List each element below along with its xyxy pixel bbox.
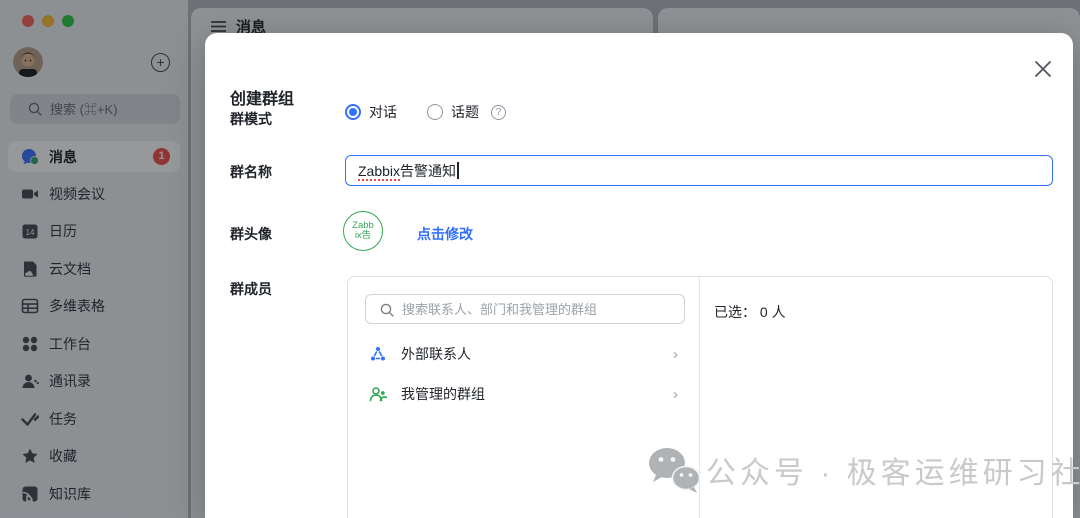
app-window: + 消息 1 视频会议 14 日历 云文档 多维表格 工作台 (0, 0, 1080, 518)
members-search[interactable] (365, 294, 685, 324)
members-item-label: 我管理的群组 (401, 386, 485, 402)
group-name-input[interactable]: Zabbix 告警通知 (345, 155, 1053, 186)
group-avatar-preview[interactable]: Zabb ix告 (343, 211, 383, 251)
radio-topic-unselected[interactable] (427, 104, 443, 120)
members-item-managed-groups[interactable]: 我管理的群组 › (358, 379, 690, 409)
members-picker: 外部联系人 › 我管理的群组 › 已选： 0 人 (347, 276, 1053, 518)
create-group-modal: 创建群组 群模式 对话 话题 ? 群名称 Zabbix 告警通知 群头像 Zabb… (205, 33, 1073, 518)
modal-title: 创建群组 (230, 91, 295, 108)
chevron-right-icon: › (673, 345, 678, 363)
group-mode-label: 群模式 (230, 111, 272, 127)
members-search-input[interactable] (402, 295, 680, 323)
divider (699, 277, 700, 518)
managed-groups-icon (369, 387, 387, 402)
members-item-label: 外部联系人 (401, 346, 471, 362)
group-avatar-line2: ix告 (354, 230, 372, 241)
radio-topic-label: 话题 (451, 104, 479, 120)
group-avatar-line1: Zabb (352, 219, 374, 231)
radio-chat-label: 对话 (369, 104, 397, 120)
group-name-value-rest: 告警通知 (400, 162, 457, 179)
group-name-label: 群名称 (230, 164, 272, 180)
edit-avatar-link[interactable]: 点击修改 (417, 224, 473, 244)
close-icon[interactable] (1031, 57, 1055, 81)
members-item-external-contacts[interactable]: 外部联系人 › (358, 339, 690, 369)
selected-count: 已选： 0 人 (714, 304, 786, 320)
external-contacts-icon (370, 346, 386, 362)
group-name-value-spellchecked: Zabbix (358, 162, 401, 179)
group-avatar-label: 群头像 (230, 226, 272, 242)
help-icon[interactable]: ? (491, 104, 506, 120)
group-mode-options: 对话 话题 ? (345, 102, 506, 122)
text-caret (457, 162, 459, 179)
group-members-label: 群成员 (230, 281, 272, 297)
chevron-right-icon: › (673, 385, 678, 403)
radio-chat-selected[interactable] (345, 104, 361, 120)
search-icon (380, 303, 394, 317)
